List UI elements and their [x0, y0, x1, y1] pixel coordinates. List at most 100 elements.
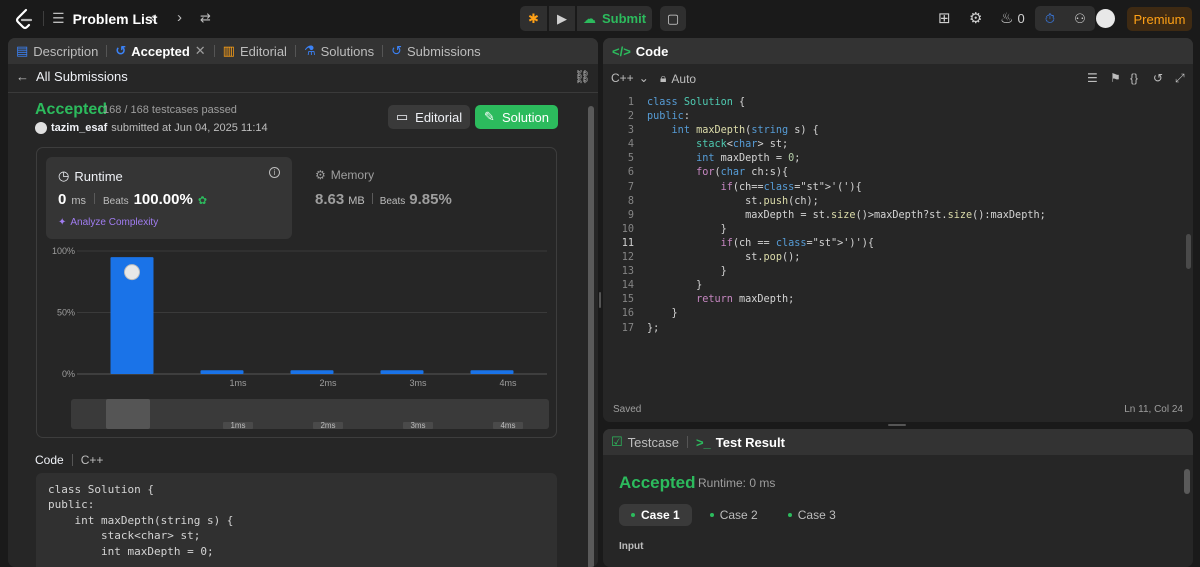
notes-button[interactable]: ▢: [660, 6, 686, 31]
case-tab[interactable]: Case 1: [619, 504, 692, 526]
cursor-position: Ln 11, Col 24: [1124, 404, 1183, 415]
code-line[interactable]: }: [647, 279, 1046, 293]
list-icon: ☰: [52, 10, 65, 26]
add-user-icon[interactable]: ⚇: [1065, 6, 1095, 31]
x-tick-label: 3ms: [409, 378, 427, 388]
code-line[interactable]: };: [647, 322, 1046, 336]
code-section-label: Code C++: [35, 453, 104, 467]
problem-list-link[interactable]: ☰ Problem List: [52, 10, 157, 27]
run-button[interactable]: ▶: [549, 6, 575, 31]
range-label: 3ms: [410, 421, 425, 430]
submitted-code[interactable]: class Solution { public: int maxDepth(st…: [36, 473, 557, 567]
gear-icon[interactable]: ⚙: [969, 9, 982, 27]
play-icon: ▶: [557, 10, 567, 26]
next-problem-icon[interactable]: ›: [177, 10, 182, 26]
premium-button[interactable]: Premium: [1127, 7, 1192, 31]
streak-counter[interactable]: ♨ 0: [1000, 9, 1025, 27]
language-select[interactable]: C++ ⌄: [611, 71, 649, 85]
line-number: 17: [621, 322, 634, 334]
reset-icon[interactable]: ↺: [1153, 71, 1163, 85]
shuffle-icon[interactable]: ⇄: [200, 10, 211, 26]
code-editor[interactable]: 1 2 3 4 5 6 7 8 9 10 11 12 13 14 15 16 17 class Solution…: [603, 96, 1193, 396]
history-icon: ↺: [391, 43, 402, 58]
code-line[interactable]: int maxDepth(string s) {: [647, 124, 1046, 138]
scrollbar[interactable]: [588, 106, 594, 567]
range-label: 4ms: [500, 421, 515, 430]
solution-button[interactable]: ✎ Solution: [475, 105, 558, 129]
avatar[interactable]: [1096, 9, 1115, 28]
tab-editorial[interactable]: ▥ Editorial: [215, 38, 295, 64]
case-tab[interactable]: Case 2: [698, 504, 770, 526]
timer-group: ⏱ ⚇: [1035, 6, 1095, 31]
x-tick-label: 4ms: [499, 378, 517, 388]
lock-icon: 🔒︎: [660, 71, 667, 85]
fullscreen-icon[interactable]: ⤢: [1175, 71, 1185, 86]
code-line[interactable]: }: [647, 307, 1046, 321]
editorial-button[interactable]: ▭ Editorial: [388, 105, 470, 129]
line-numbers: 1 2 3 4 5 6 7 8 9 10 11 12 13 14 15 16 17: [603, 96, 634, 336]
username[interactable]: tazim_esaf: [51, 122, 107, 134]
tab-description[interactable]: ▤ Description: [8, 38, 106, 64]
scrollbar[interactable]: [1186, 234, 1191, 269]
cloud-upload-icon: ☁: [582, 10, 596, 26]
bug-icon: ✱: [528, 10, 539, 26]
case-tab[interactable]: Case 3: [776, 504, 848, 526]
braces-icon[interactable]: {}: [1130, 71, 1138, 85]
scrollbar[interactable]: [1184, 469, 1190, 494]
horizontal-resize-handle[interactable]: [888, 424, 906, 426]
chart-bar: [200, 370, 244, 374]
editor-header: </> Code: [603, 38, 1193, 64]
code-line[interactable]: public:: [647, 110, 1046, 124]
input-label: Input: [619, 541, 644, 552]
code-line[interactable]: }: [647, 223, 1046, 237]
result-runtime: Runtime: 0 ms: [698, 476, 776, 490]
prev-problem-icon[interactable]: ‹: [150, 10, 155, 26]
submission-status: Accepted: [35, 101, 108, 118]
code-line[interactable]: st.pop();: [647, 251, 1046, 265]
link-icon[interactable]: ⛓: [574, 69, 591, 85]
submitted-time: submitted at Jun 04, 2025 11:14: [111, 122, 268, 134]
all-submissions-link[interactable]: ← All Submissions: [16, 69, 128, 84]
code-line[interactable]: return maxDepth;: [647, 293, 1046, 307]
auto-mode[interactable]: 🔒︎ Auto: [660, 71, 696, 86]
y-tick-label: 50%: [57, 308, 75, 318]
leetcode-logo[interactable]: [12, 7, 36, 31]
submit-button[interactable]: ☁ Submit: [577, 6, 652, 31]
timer-icon[interactable]: ⏱: [1035, 6, 1065, 31]
debug-button[interactable]: ✱: [520, 6, 547, 31]
divider: [8, 92, 598, 93]
chart-bar: [290, 370, 334, 374]
code-line[interactable]: if(ch == class="st">')'){: [647, 237, 1046, 251]
left-tabs: ▤ Description ↺ Accepted ✕ ▥ Editorial ⚗…: [8, 38, 598, 64]
bookmark-icon[interactable]: ⚑: [1110, 71, 1121, 85]
vertical-resize-handle[interactable]: [599, 292, 601, 308]
top-nav: ☰ Problem List ‹ › ⇄ ✱ ▶ ☁ Submit ▢ ⊞ ⚙ …: [0, 0, 1200, 37]
editor-title: </> Code: [612, 43, 669, 59]
tab-accepted[interactable]: ↺ Accepted ✕: [107, 38, 213, 64]
code-line[interactable]: int maxDepth = 0;: [647, 152, 1046, 166]
code-line[interactable]: st.push(ch);: [647, 195, 1046, 209]
range-label: 1ms: [230, 421, 245, 430]
checkbox-icon: ☑: [611, 434, 623, 449]
format-icon[interactable]: ☰: [1087, 71, 1098, 85]
close-icon[interactable]: ✕: [195, 43, 206, 59]
code-line[interactable]: if(ch==class="st">'('){: [647, 181, 1046, 195]
line-number: 1: [627, 97, 634, 108]
tab-submissions[interactable]: ↺ Submissions: [383, 38, 489, 64]
line-number: 11: [621, 237, 634, 249]
code-line[interactable]: for(char ch:s){: [647, 166, 1046, 180]
tab-solutions[interactable]: ⚗ Solutions: [296, 38, 382, 64]
code-lines[interactable]: class Solution {public: int maxDepth(str…: [647, 96, 1046, 336]
code-line[interactable]: }: [647, 265, 1046, 279]
code-line[interactable]: stack<char> st;: [647, 138, 1046, 152]
left-panel: ▤ Description ↺ Accepted ✕ ▥ Editorial ⚗…: [8, 38, 598, 567]
layout-icon[interactable]: ⊞: [938, 9, 951, 27]
pass-dot: [787, 513, 792, 517]
tab-testcase[interactable]: ☑ Testcase: [603, 429, 687, 455]
result-tabs: ☑ Testcase >_ Test Result: [603, 429, 1193, 455]
edit-icon: ✎: [484, 109, 495, 124]
line-number: 10: [621, 223, 634, 235]
tab-test-result[interactable]: >_ Test Result: [688, 429, 793, 455]
code-line[interactable]: class Solution {: [647, 96, 1046, 110]
code-line[interactable]: maxDepth = st.size()>maxDepth?st.size():…: [647, 209, 1046, 223]
